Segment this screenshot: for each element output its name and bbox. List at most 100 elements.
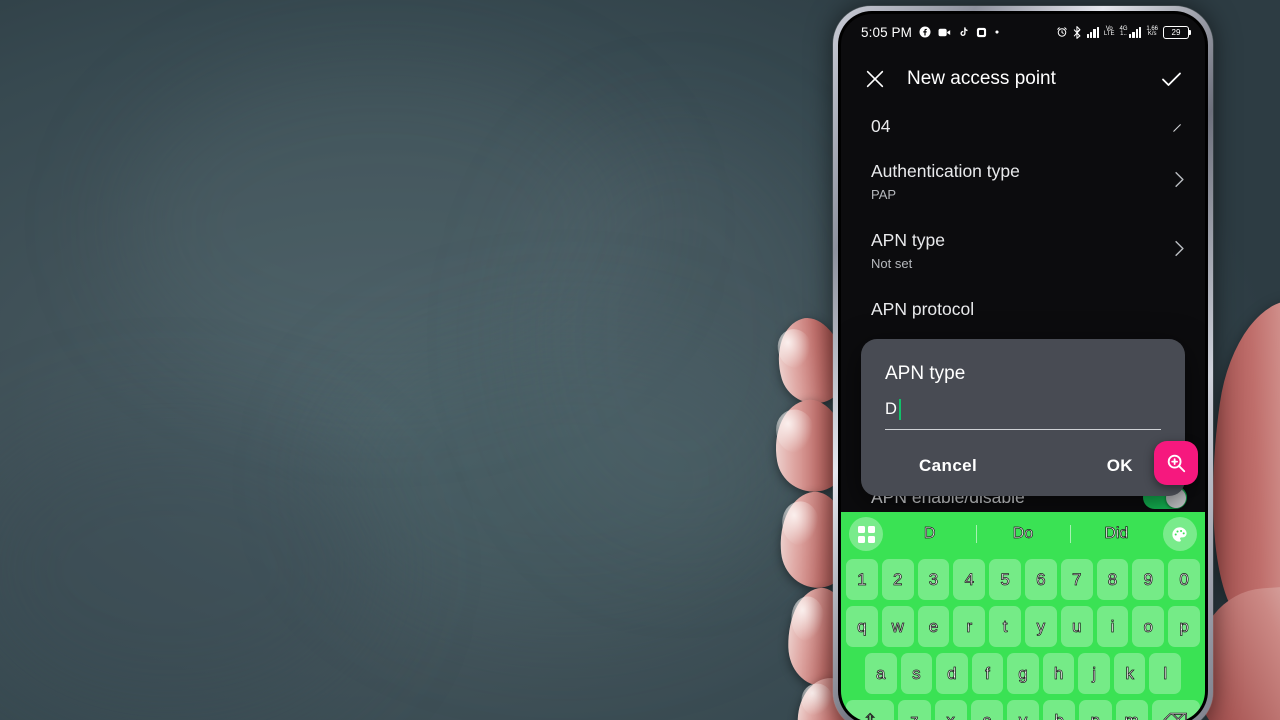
status-bar-clock: 5:05 PM	[861, 24, 912, 40]
key-o[interactable]: o	[1132, 606, 1165, 647]
key-v[interactable]: v	[1006, 700, 1040, 720]
keyboard-row-qwerty: qwertyuiop	[843, 603, 1203, 650]
apn-type-dialog: APN type D Cancel OK	[861, 339, 1185, 496]
key-0[interactable]: 0	[1168, 559, 1200, 600]
chevron-right-icon	[1174, 240, 1185, 262]
background-blur-blob	[120, 60, 640, 390]
zoom-in-icon[interactable]	[1154, 441, 1198, 485]
key-f[interactable]: f	[971, 653, 1004, 694]
key-t[interactable]: t	[989, 606, 1021, 647]
text-cursor	[898, 399, 902, 420]
key-j[interactable]: j	[1078, 653, 1110, 694]
pencil-icon[interactable]	[1170, 122, 1183, 140]
key-i[interactable]: i	[1096, 606, 1129, 647]
keyboard-row-asdf: asdfghjkl	[843, 650, 1203, 697]
key-7[interactable]: 7	[1060, 559, 1093, 600]
key-shift[interactable]: ⇧	[846, 700, 895, 720]
list-item-authentication-type[interactable]: Authentication type PAP	[841, 147, 1205, 216]
key-9[interactable]: 9	[1132, 559, 1165, 600]
network-sub: 1..	[1120, 31, 1127, 37]
background-blur-blob	[330, 330, 800, 630]
key-h[interactable]: h	[1042, 653, 1075, 694]
key-s[interactable]: s	[900, 653, 933, 694]
key-p[interactable]: p	[1168, 606, 1200, 647]
key-3[interactable]: 3	[917, 559, 950, 600]
key-g[interactable]: g	[1007, 653, 1039, 694]
ok-button[interactable]: OK	[1107, 456, 1159, 476]
bluetooth-icon	[1073, 25, 1082, 39]
list-item-apn-type[interactable]: APN type Not set	[841, 216, 1205, 285]
key-x[interactable]: x	[934, 700, 967, 720]
status-bar: 5:05 PM Vo LTE 4G 1.. 1.66 K/s 29	[841, 14, 1205, 50]
phone-bezel: 5:05 PM Vo LTE 4G 1.. 1.66 K/s 29 New ac…	[838, 11, 1208, 720]
apn-type-input-value: D	[885, 400, 897, 418]
key-n[interactable]: n	[1079, 700, 1112, 720]
list-item-title: APN protocol	[871, 299, 975, 319]
key-2[interactable]: 2	[881, 559, 914, 600]
key-c[interactable]: c	[970, 700, 1003, 720]
key-y[interactable]: y	[1025, 606, 1057, 647]
keyboard-row-numbers: 1234567890	[843, 556, 1203, 603]
palette-icon[interactable]	[1162, 517, 1197, 551]
volte-icon: Vo LTE	[1103, 26, 1115, 38]
key-q[interactable]: q	[846, 606, 878, 647]
key-backspace[interactable]: ⌫	[1151, 700, 1201, 720]
dot-icon	[994, 29, 1000, 35]
signal-2-icon	[1129, 26, 1142, 38]
phone-screen: 5:05 PM Vo LTE 4G 1.. 1.66 K/s 29 New ac…	[841, 14, 1205, 720]
phone-device: 5:05 PM Vo LTE 4G 1.. 1.66 K/s 29 New ac…	[833, 6, 1213, 720]
list-item[interactable]: 04	[841, 108, 1205, 147]
key-5[interactable]: 5	[989, 559, 1021, 600]
key-8[interactable]: 8	[1096, 559, 1129, 600]
dialog-actions: Cancel OK	[885, 430, 1161, 496]
key-r[interactable]: r	[953, 606, 986, 647]
key-d[interactable]: d	[936, 653, 968, 694]
facebook-icon	[919, 26, 931, 38]
app-icon	[976, 27, 987, 38]
suggestion-item[interactable]: D	[883, 525, 976, 543]
apn-number-value: 04	[871, 116, 891, 136]
key-m[interactable]: m	[1115, 700, 1148, 720]
cancel-button[interactable]: Cancel	[919, 456, 977, 476]
key-z[interactable]: z	[898, 700, 931, 720]
close-icon[interactable]	[861, 65, 889, 93]
list-item-title: APN type	[871, 230, 945, 250]
key-u[interactable]: u	[1060, 606, 1093, 647]
list-item-subtitle: PAP	[871, 187, 897, 202]
check-icon[interactable]	[1157, 65, 1185, 93]
suggestion-item[interactable]: Do	[976, 525, 1069, 543]
grid-dots	[857, 525, 875, 543]
key-k[interactable]: k	[1113, 653, 1146, 694]
grid-apps-icon[interactable]	[849, 517, 883, 551]
list-item-subtitle: Not set	[871, 256, 913, 271]
on-screen-keyboard: D Do Did 1234567890 qwertyuiop asdfghjkl…	[841, 512, 1205, 720]
key-l[interactable]: l	[1149, 653, 1182, 694]
key-1[interactable]: 1	[846, 559, 878, 600]
key-6[interactable]: 6	[1025, 559, 1057, 600]
battery-percent: 29	[1171, 27, 1181, 37]
background-blur-blob	[520, 120, 840, 550]
4g-icon: 4G 1..	[1119, 26, 1142, 38]
status-bar-right: Vo LTE 4G 1.. 1.66 K/s 29	[1056, 25, 1192, 39]
key-b[interactable]: b	[1043, 700, 1076, 720]
key-w[interactable]: w	[881, 606, 914, 647]
chevron-right-icon	[1174, 171, 1185, 193]
suggestion-item[interactable]: Did	[1070, 525, 1163, 543]
key-4[interactable]: 4	[953, 559, 986, 600]
key-e[interactable]: e	[917, 606, 950, 647]
page-title: New access point	[907, 68, 1056, 89]
alarm-icon	[1056, 26, 1068, 38]
list-item-title: Authentication type	[871, 161, 1020, 181]
keyboard-row-zxcv: ⇧ z x c v b n m ⌫	[843, 697, 1203, 720]
background-blur-blob	[0, 420, 380, 720]
battery-icon: 29	[1163, 25, 1192, 39]
list-item-apn-protocol[interactable]: APN protocol	[841, 285, 1205, 334]
data-rate-unit: K/s	[1147, 31, 1157, 37]
key-a[interactable]: a	[864, 653, 897, 694]
dialog-title: APN type	[885, 363, 966, 384]
status-bar-left: 5:05 PM	[861, 25, 1000, 40]
tiktok-icon	[958, 26, 969, 38]
apn-type-input[interactable]: D	[885, 399, 1161, 430]
video-camera-icon	[938, 27, 951, 38]
volte-sub: LTE	[1103, 31, 1115, 37]
